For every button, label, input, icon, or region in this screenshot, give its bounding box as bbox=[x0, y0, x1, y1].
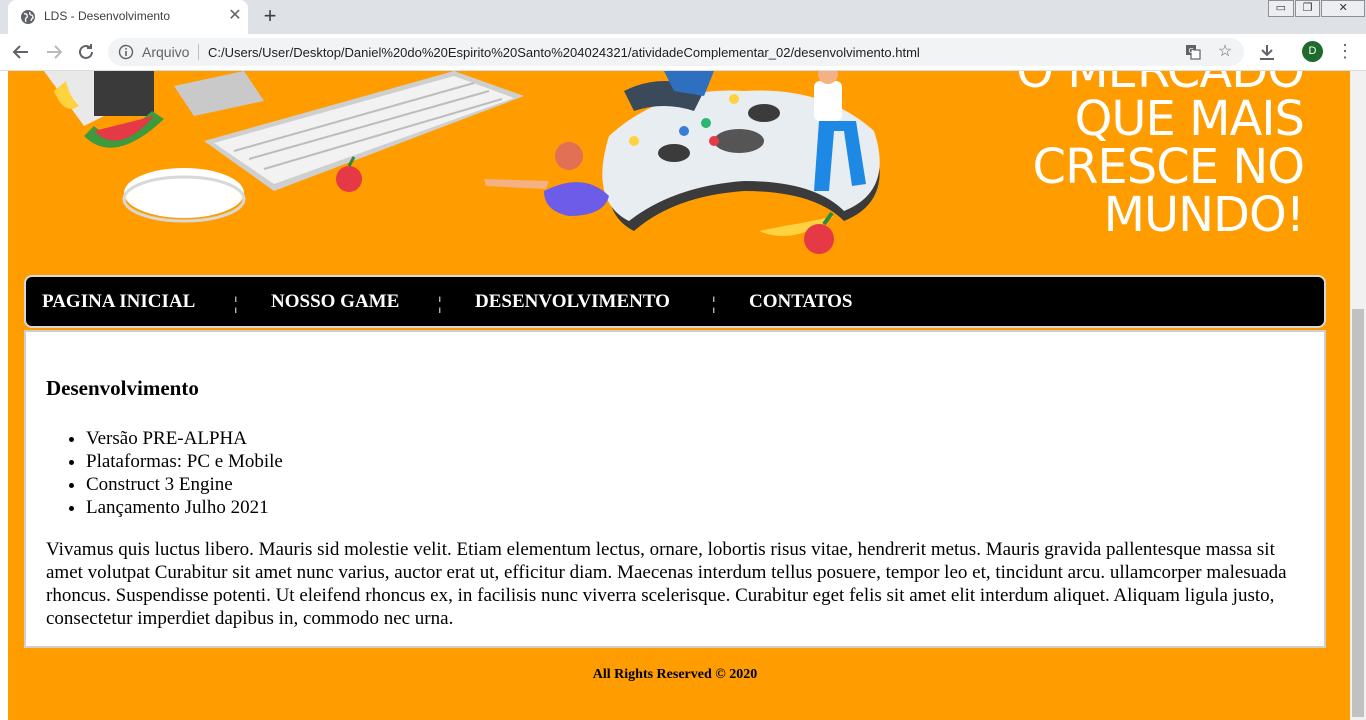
svg-text:G: G bbox=[1189, 47, 1194, 55]
translate-icon[interactable]: G bbox=[1184, 43, 1202, 61]
restore-button[interactable]: ❐ bbox=[1294, 0, 1321, 17]
download-icon[interactable] bbox=[1255, 40, 1279, 64]
banner-line: CRESCE NO bbox=[1032, 139, 1305, 195]
omnibox-divider bbox=[198, 44, 199, 60]
reload-icon[interactable] bbox=[74, 40, 98, 64]
list-item: Construct 3 Engine bbox=[86, 473, 283, 496]
close-tab-icon[interactable]: ✕ bbox=[226, 7, 244, 25]
banner-line: MUNDO! bbox=[1103, 187, 1305, 243]
scrollbar-thumb[interactable] bbox=[1352, 309, 1364, 717]
nav-link-nosso-game[interactable]: NOSSO GAME bbox=[271, 291, 399, 313]
scheme-label: Arquivo bbox=[142, 44, 190, 60]
globe-icon bbox=[21, 10, 35, 24]
page-viewport: O MERCADO QUE MAIS CRESCE NO MUNDO! PAGI… bbox=[0, 71, 1350, 720]
description-paragraph: Vivamus quis luctus libero. Mauris sid m… bbox=[46, 539, 1287, 629]
footer-copyright: All Rights Reserved © 2020 bbox=[592, 667, 758, 682]
main-navigation: PAGINA INICIAL ¦ NOSSO GAME ¦ DESENVOLVI… bbox=[24, 275, 1326, 328]
nav-separator: ¦ bbox=[234, 293, 238, 313]
page-edge bbox=[0, 71, 8, 720]
nav-separator: ¦ bbox=[438, 293, 442, 313]
tab-strip: LDS - Desenvolvimento ✕ + ▭ ❐ ✕ bbox=[0, 0, 1366, 34]
window-controls: ▭ ❐ ✕ bbox=[1268, 0, 1366, 18]
nav-link-contatos[interactable]: CONTATOS bbox=[749, 291, 852, 313]
url-text[interactable]: C:/Users/User/Desktop/Daniel%20do%20Espi… bbox=[208, 45, 920, 60]
tab-title: LDS - Desenvolvimento bbox=[44, 9, 171, 23]
menu-dots-icon[interactable]: ⋮ bbox=[1336, 40, 1354, 64]
info-icon[interactable] bbox=[118, 44, 134, 60]
back-arrow-icon[interactable] bbox=[9, 40, 33, 64]
browser-tab[interactable]: LDS - Desenvolvimento ✕ bbox=[8, 0, 248, 34]
feature-list: Versão PRE-ALPHA Plataformas: PC e Mobil… bbox=[86, 427, 283, 519]
list-item: Versão PRE-ALPHA bbox=[86, 427, 283, 450]
content-section: Desenvolvimento Versão PRE-ALPHA Platafo… bbox=[24, 330, 1326, 648]
section-title: Desenvolvimento bbox=[46, 376, 199, 400]
window-close-button[interactable]: ✕ bbox=[1321, 0, 1365, 17]
list-item: Plataformas: PC e Mobile bbox=[86, 450, 283, 473]
list-item: Lançamento Julho 2021 bbox=[86, 496, 283, 519]
forward-arrow-icon[interactable] bbox=[42, 40, 66, 64]
vertical-scrollbar[interactable] bbox=[1350, 71, 1366, 720]
banner-headline: O MERCADO QUE MAIS CRESCE NO MUNDO! bbox=[934, 71, 1305, 243]
hero-banner: O MERCADO QUE MAIS CRESCE NO MUNDO! bbox=[24, 71, 1326, 266]
nav-separator: ¦ bbox=[712, 293, 716, 313]
profile-avatar[interactable]: D bbox=[1302, 41, 1323, 62]
nav-link-pagina-inicial[interactable]: PAGINA INICIAL bbox=[42, 291, 195, 313]
minimize-button[interactable]: ▭ bbox=[1268, 0, 1294, 17]
bookmark-star-icon[interactable]: ☆ bbox=[1216, 43, 1234, 61]
nav-link-desenvolvimento[interactable]: DESENVOLVIMENTO bbox=[475, 291, 670, 313]
banner-line: QUE MAIS bbox=[1074, 91, 1305, 147]
new-tab-button[interactable]: + bbox=[258, 5, 282, 29]
browser-toolbar: Arquivo C:/Users/User/Desktop/Daniel%20d… bbox=[0, 34, 1366, 71]
address-bar[interactable]: Arquivo C:/Users/User/Desktop/Daniel%20d… bbox=[108, 38, 1244, 66]
